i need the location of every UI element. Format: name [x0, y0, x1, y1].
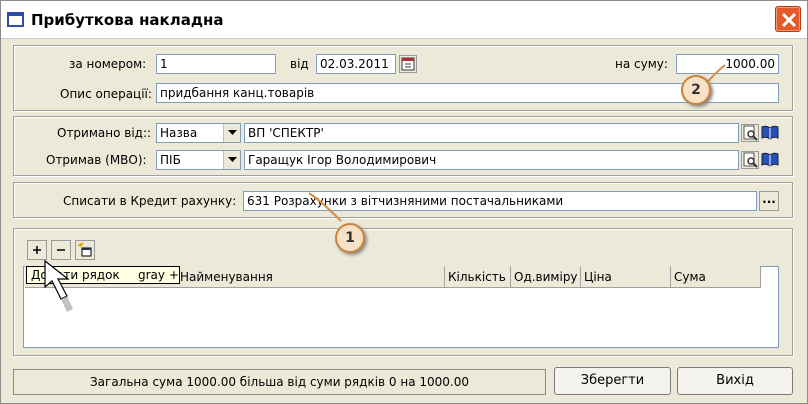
column-header-quantity[interactable]: Кількість: [445, 266, 511, 288]
book-icon: [761, 152, 779, 167]
add-row-button[interactable]: [27, 240, 47, 260]
save-button[interactable]: Зберегти: [554, 367, 671, 395]
new-window-icon: [77, 242, 92, 257]
status-message: Загальна сума 1000.00 більша від суми ря…: [13, 369, 546, 395]
title-bar: Прибуткова накладна: [1, 1, 807, 39]
column-header-sum[interactable]: Сума: [671, 266, 761, 288]
column-header-unit[interactable]: Од.виміру: [511, 266, 581, 288]
remove-row-button[interactable]: [51, 240, 71, 260]
received-from-search-button[interactable]: [741, 124, 759, 142]
description-label: Опис операції:: [60, 87, 152, 101]
column-header-price[interactable]: Ціна: [581, 266, 671, 288]
callout-1: 1: [335, 223, 365, 253]
chevron-down-icon: [223, 151, 240, 169]
received-by-label: Отримав (МВО):: [46, 153, 147, 167]
plus-icon: [33, 246, 41, 254]
callout-2: 2: [681, 75, 711, 105]
new-item-button[interactable]: [75, 240, 95, 260]
book-icon: [761, 125, 779, 140]
credit-label: Списати в Кредит рахунку:: [63, 194, 237, 208]
received-from-type-select[interactable]: Назва: [156, 123, 241, 143]
tooltip-shortcut: gray +: [138, 268, 179, 282]
calendar-icon: [401, 57, 415, 71]
exit-button[interactable]: Вихід: [677, 367, 793, 395]
received-by-type-value: ПІБ: [160, 153, 181, 167]
received-by-type-select[interactable]: ПІБ: [156, 150, 241, 170]
received-from-field[interactable]: ВП 'СПЕКТР': [244, 123, 739, 143]
number-field[interactable]: 1: [156, 54, 276, 74]
received-from-label: Отримано від::: [57, 126, 152, 140]
sum-label: на суму:: [615, 57, 668, 71]
mouse-cursor-icon: [44, 259, 73, 312]
lines-toolbar: [25, 237, 781, 263]
chevron-down-icon: [223, 124, 240, 142]
received-by-directory-button[interactable]: [761, 151, 779, 169]
invoice-window: Прибуткова накладна за номером: 1 від 02…: [0, 0, 808, 404]
window-title: Прибуткова накладна: [31, 11, 224, 29]
received-from-type-value: Назва: [160, 126, 198, 140]
minus-icon: [57, 249, 65, 251]
number-label: за номером:: [69, 57, 147, 71]
close-button[interactable]: [775, 6, 801, 32]
date-field[interactable]: 02.03.2011: [316, 54, 396, 74]
calendar-button[interactable]: [399, 55, 417, 73]
close-icon: [781, 12, 797, 28]
received-from-directory-button[interactable]: [761, 124, 779, 142]
date-label: від: [290, 57, 309, 71]
search-icon: [743, 125, 758, 141]
credit-browse-button[interactable]: ...: [759, 191, 779, 211]
search-icon: [743, 152, 758, 168]
received-by-search-button[interactable]: [741, 151, 759, 169]
window-icon: [7, 12, 24, 27]
received-by-field[interactable]: Гаращук Ігор Володимирович: [244, 150, 739, 170]
